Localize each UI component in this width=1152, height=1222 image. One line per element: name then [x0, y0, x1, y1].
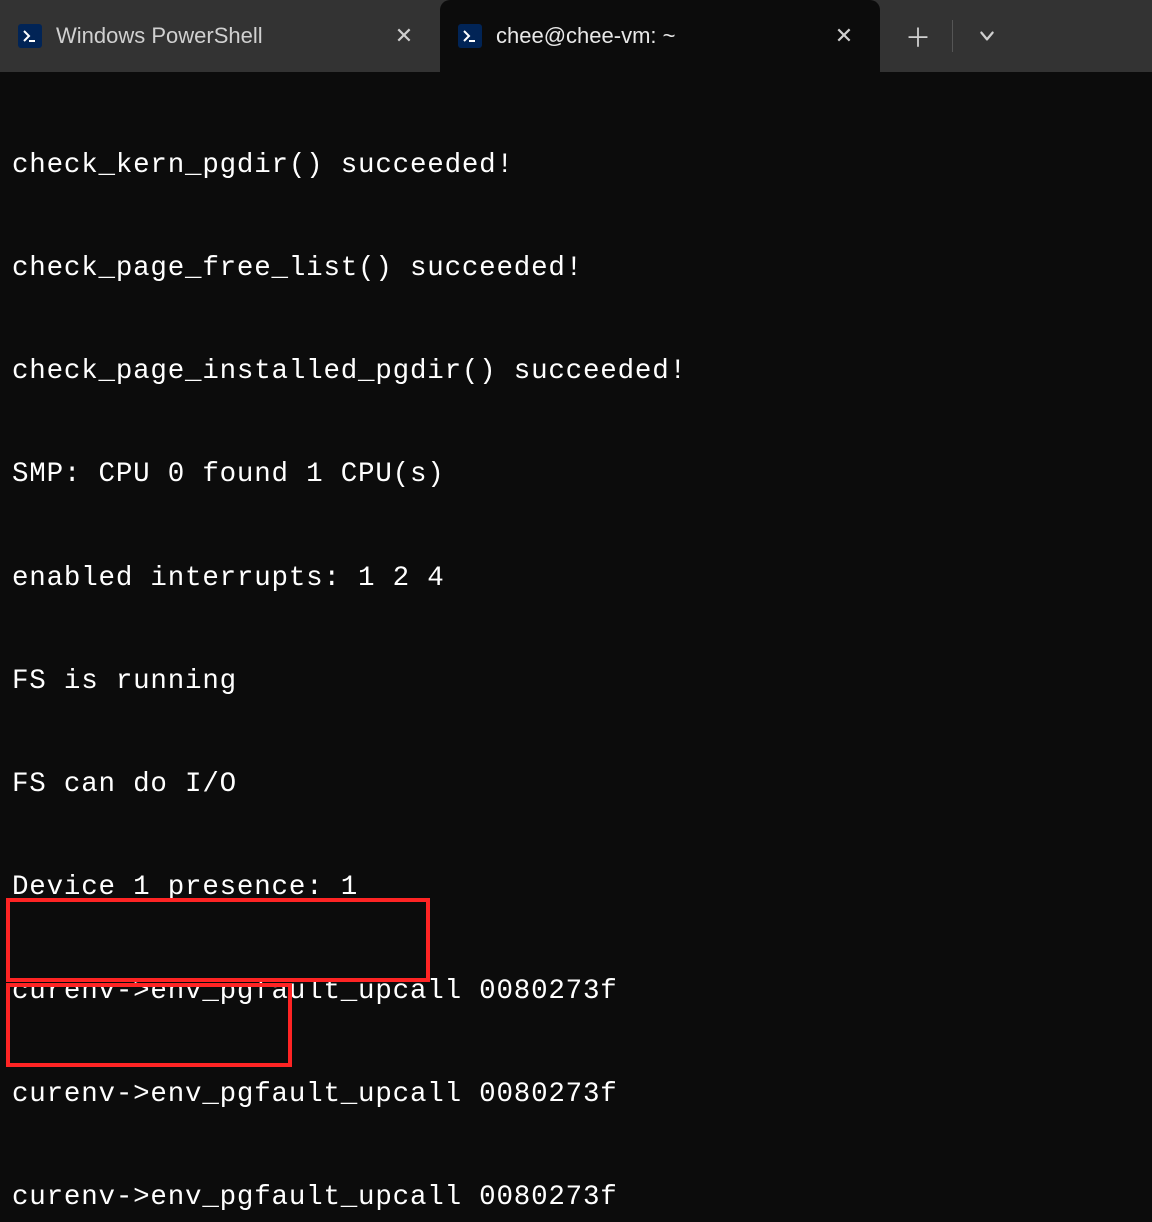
tab-dropdown-button[interactable] [957, 12, 1017, 60]
divider [952, 20, 953, 52]
terminal-line: SMP: CPU 0 found 1 CPU(s) [12, 458, 1140, 492]
terminal-line: check_page_free_list() succeeded! [12, 252, 1140, 286]
terminal-line: check_kern_pgdir() succeeded! [12, 149, 1140, 183]
powershell-icon [458, 24, 482, 48]
tab-title: chee@chee-vm: ~ [496, 23, 675, 49]
terminal-line: enabled interrupts: 1 2 4 [12, 562, 1140, 596]
annotation-box [6, 898, 430, 982]
terminal-line: FS can do I/O [12, 768, 1140, 802]
terminal-line: curenv->env_pgfault_upcall 0080273f [12, 975, 1140, 1009]
terminal-output[interactable]: check_kern_pgdir() succeeded! check_page… [0, 72, 1152, 1222]
close-icon[interactable]: ✕ [826, 18, 862, 54]
powershell-icon [18, 24, 42, 48]
tab-title: Windows PowerShell [56, 23, 263, 49]
tab-powershell[interactable]: Windows PowerShell ✕ [0, 0, 440, 72]
close-icon[interactable]: ✕ [386, 18, 422, 54]
terminal-line: check_page_installed_pgdir() succeeded! [12, 355, 1140, 389]
tab-ssh-session[interactable]: chee@chee-vm: ~ ✕ [440, 0, 880, 72]
terminal-line: FS is running [12, 665, 1140, 699]
titlebar-actions: ＋ [880, 0, 1152, 72]
terminal-line: curenv->env_pgfault_upcall 0080273f [12, 1181, 1140, 1215]
terminal-line: Device 1 presence: 1 [12, 871, 1140, 905]
terminal-line: curenv->env_pgfault_upcall 0080273f [12, 1078, 1140, 1112]
window-titlebar: Windows PowerShell ✕ chee@chee-vm: ~ ✕ ＋ [0, 0, 1152, 72]
new-tab-button[interactable]: ＋ [888, 12, 948, 60]
